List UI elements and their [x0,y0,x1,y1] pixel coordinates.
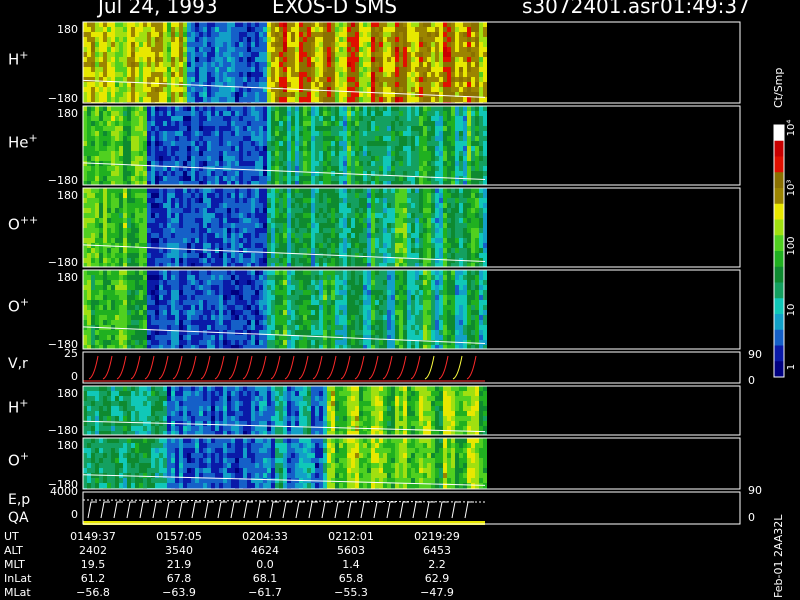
panel-5-right-top: 90 [748,348,762,361]
panel-3-label: O++ [8,214,38,234]
ephemeris-cell: 67.8 [166,572,192,585]
panel-5-y-top: 25 [64,347,78,360]
colorbar-segment [774,361,784,378]
panel-8-label: E,p [8,492,30,508]
ephemeris-cell: 1.4 [342,558,360,571]
colorbar-tick-label: 10⁴ [786,120,797,137]
panel-8-y-top: 4000 [50,485,78,498]
panel-2 [83,106,487,185]
panel-6 [83,386,487,435]
ephemeris-cell: 0219:29 [414,530,460,543]
panel-3-y-top: 180 [57,189,78,202]
panel-7 [83,438,487,489]
ephemeris-cell: 61.2 [80,572,106,585]
panel-2-y-bottom: −180 [48,174,78,187]
colorbar-unit: Ct/Smp [772,67,785,108]
panel-5 [88,355,477,380]
panel-7-y-top: 180 [57,439,78,452]
ephemeris-cell: 21.9 [166,558,192,571]
ephemeris-row: MLT 19.5 21.9 0.0 1.4 2.2 [4,558,480,572]
ephemeris-cell: −56.8 [76,586,110,599]
ephemeris-row-label: MLat [4,586,31,599]
panel-1 [83,22,487,103]
colorbar-segment [774,298,784,315]
panel-2-y-top: 180 [57,107,78,120]
ephemeris-cell: 4624 [251,544,279,557]
ephemeris-row-label: UT [4,530,19,543]
colorbar-segment [774,125,784,142]
panel-5-y-mid: 0 [71,370,78,383]
colorbar-segment [774,251,784,268]
colorbar-segment [774,235,784,252]
ephemeris-cell: 0.0 [256,558,274,571]
colorbar-segment [774,329,784,346]
ephemeris-cell: 3540 [165,544,193,557]
ephemeris-row: UT 0149:37 0157:05 0204:33 0212:01 0219:29 [4,530,480,544]
panel-1-y-top: 180 [57,23,78,36]
colorbar-tick-label: 10 [786,304,797,317]
ephemeris-cell: 6453 [423,544,451,557]
ephemeris-cell: 65.8 [338,572,364,585]
colorbar-tick-label: 10³ [786,180,797,197]
panel-4-y-top: 180 [57,271,78,284]
ephemeris-cell: −61.7 [248,586,282,599]
panel-6-y-top: 180 [57,387,78,400]
panel-1-y-bottom: −180 [48,92,78,105]
panel-3 [83,188,487,267]
colorbar-segment [774,314,784,331]
colorbar-segment [774,140,784,157]
ephemeris-cell: −55.3 [334,586,368,599]
ephemeris-cell: 0157:05 [156,530,202,543]
panel-8-right-bottom: 0 [748,511,755,524]
panel-8-frame [82,491,741,525]
colorbar-tick-label: 100 [786,236,797,255]
panel-6-label: H+ [8,397,29,417]
colorbar-segment [774,172,784,189]
ephemeris-row-label: MLT [4,558,25,571]
panel-8-label-2: QA [8,510,29,526]
ephemeris-cell: 2.2 [428,558,446,571]
ephemeris-cell: 68.1 [252,572,278,585]
ephemeris-cell: −47.9 [420,586,454,599]
panel-3-y-bottom: −180 [48,256,78,269]
colorbar-segment [774,203,784,220]
panel-8-right-top: 90 [748,484,762,497]
spectrogram-plot: 180 −180 H+ 180 −180 He+ 180 −180 O++ 180 −180 O+ 25… [8,21,797,526]
colorbar-segment [774,156,784,173]
panel-4-label: O+ [8,296,29,316]
colorbar-segment [774,266,784,283]
colorbar-segment [774,345,784,362]
ephemeris-cell: 5603 [337,544,365,557]
ephemeris-table: UT 0149:37 0157:05 0204:33 0212:01 0219:29 ALT… [4,530,480,600]
colorbar-segment [774,188,784,205]
panel-2-label: He+ [8,132,38,152]
ephemeris-cell: 0149:37 [70,530,116,543]
ephemeris-row: MLat −56.8 −63.9 −61.7 −55.3 −47.9 [4,586,480,600]
panel-5-right-bottom: 0 [748,374,755,387]
panel-8-y-mid: 0 [71,508,78,521]
ephemeris-row-label: ALT [4,544,23,557]
ephemeris-cell: 0212:01 [328,530,374,543]
ephemeris-row: ALT 2402 3540 4624 5603 6453 [4,544,480,558]
ephemeris-cell: 2402 [79,544,107,557]
colorbar-segment [774,282,784,299]
colorbar-segment [774,219,784,236]
ephemeris-cell: −63.9 [162,586,196,599]
ephemeris-row: InLat 61.2 67.8 68.1 65.8 62.9 [4,572,480,586]
ephemeris-cell: 0204:33 [242,530,288,543]
footer-id: Feb-01 2AA32L [772,514,785,598]
colorbar-tick-label: 1 [786,364,797,370]
panel-4 [83,270,487,349]
panel-8 [87,501,474,519]
ephemeris-row-label: InLat [4,572,32,585]
panel-5-label: V,r [8,356,28,372]
panel-6-y-bottom: −180 [48,424,78,437]
ephemeris-cell: 62.9 [424,572,450,585]
ephemeris-cell: 19.5 [80,558,106,571]
panel-1-label: H+ [8,49,29,69]
panel-7-label: O+ [8,450,29,470]
